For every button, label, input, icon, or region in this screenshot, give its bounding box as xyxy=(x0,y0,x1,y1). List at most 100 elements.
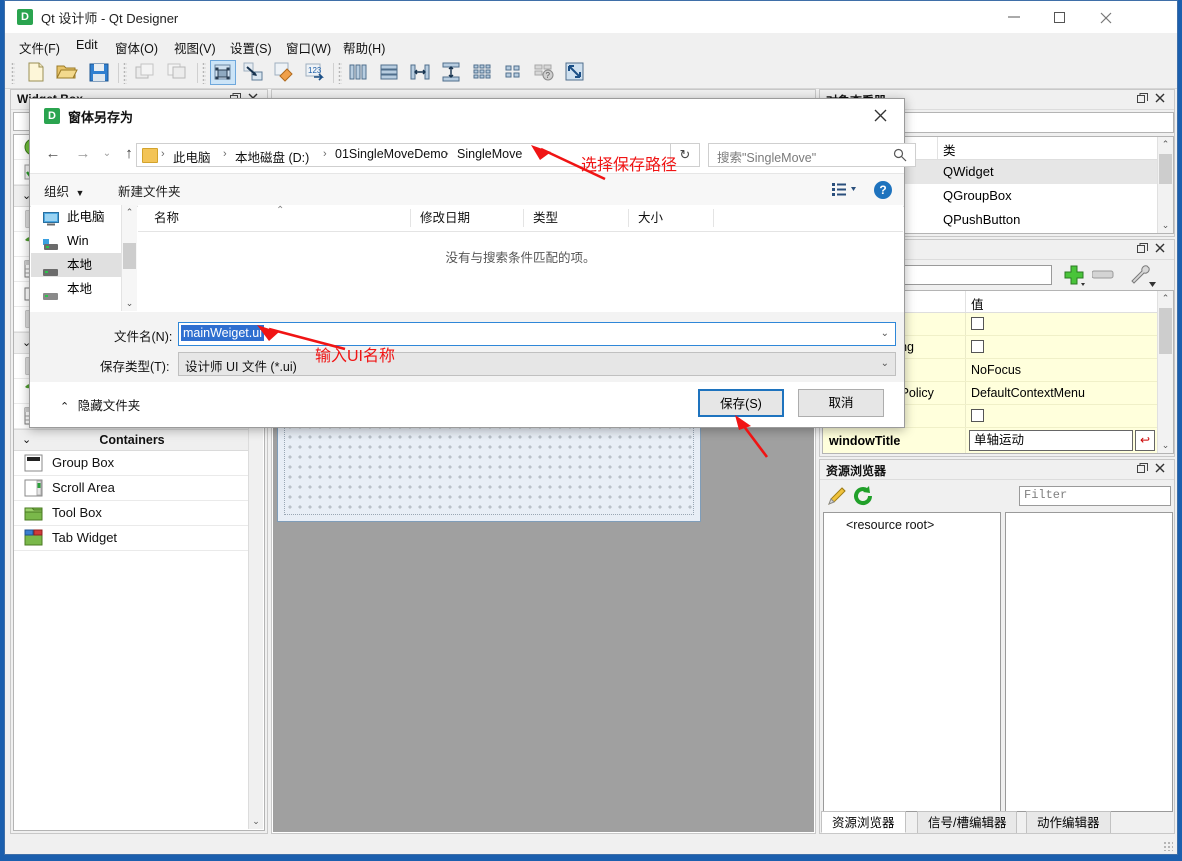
widget-item[interactable]: Tool Box xyxy=(14,501,250,526)
menu-view[interactable]: 视图(V) xyxy=(170,37,220,58)
back-arrow-icon[interactable]: ← xyxy=(42,143,64,165)
layout-grid-icon[interactable] xyxy=(470,60,496,85)
property-editor-scroll-thumb[interactable] xyxy=(1159,308,1172,354)
remove-property-icon[interactable] xyxy=(1091,269,1114,283)
mouse-tracking-checkbox[interactable] xyxy=(971,340,984,353)
hide-folders-toggle[interactable]: ⌃ 隐藏文件夹 xyxy=(60,395,140,414)
tab-signal-slot-editor[interactable]: 信号/槽编辑器 xyxy=(917,811,1018,833)
maximize-button[interactable] xyxy=(1039,1,1085,32)
object-inspector-scrollbar[interactable]: ⌃ ⌄ xyxy=(1157,137,1173,233)
property-editor-float-button[interactable] xyxy=(1137,243,1150,256)
save-form-icon[interactable] xyxy=(87,60,113,85)
layout-splitter-h-icon[interactable] xyxy=(408,60,434,85)
layout-splitter-v-icon[interactable] xyxy=(439,60,465,85)
object-inspector-scroll-thumb[interactable] xyxy=(1159,154,1172,184)
object-inspector-float-button[interactable] xyxy=(1137,93,1150,106)
dialog-search-box[interactable]: 搜索"SingleMove" xyxy=(708,143,916,167)
cancel-button[interactable]: 取消 xyxy=(798,389,884,417)
tab-resource-browser[interactable]: 资源浏览器 xyxy=(821,811,906,833)
widget-item[interactable]: Scroll Area xyxy=(14,476,250,501)
dialog-close-button[interactable] xyxy=(858,99,904,131)
open-form-icon[interactable] xyxy=(55,60,81,85)
new-form-icon[interactable] xyxy=(23,60,49,85)
breadcrumb-project[interactable]: 01SingleMoveDemo xyxy=(335,147,448,161)
accept-drops-checkbox[interactable] xyxy=(971,409,984,422)
layout-form-icon[interactable] xyxy=(501,60,527,85)
tree-item-local-disk-2[interactable]: 本地 xyxy=(31,277,121,301)
break-layout-icon[interactable]: ? xyxy=(532,60,558,85)
column-class[interactable]: 类 xyxy=(943,140,956,159)
forward-arrow-icon[interactable]: → xyxy=(72,143,94,165)
column-size[interactable]: 大小 xyxy=(638,205,663,231)
breadcrumb-singlemove[interactable]: SingleMove xyxy=(457,147,522,161)
resource-tree[interactable]: <resource root> xyxy=(823,512,1001,812)
edit-widgets-icon[interactable] xyxy=(210,60,236,85)
chevron-down-icon[interactable]: ⌄ xyxy=(881,328,889,339)
toolbar-grip-4[interactable] xyxy=(338,62,342,84)
dialog-places-tree[interactable]: 此电脑 Win 本地 本地 xyxy=(31,205,121,311)
minimize-button[interactable] xyxy=(993,1,1039,32)
layout-vertically-icon[interactable] xyxy=(377,60,403,85)
resize-grip[interactable] xyxy=(1163,841,1173,851)
breadcrumb-this-pc[interactable]: 此电脑 xyxy=(173,147,211,166)
resource-filter-input[interactable]: Filter xyxy=(1019,486,1171,506)
menu-edit[interactable]: Edit xyxy=(72,37,102,53)
resource-preview[interactable] xyxy=(1005,512,1173,812)
search-icon[interactable] xyxy=(893,148,907,165)
property-editor-scrollbar[interactable]: ⌃ ⌄ xyxy=(1157,291,1173,453)
help-icon[interactable]: ? xyxy=(874,181,892,199)
add-property-icon[interactable] xyxy=(1062,263,1086,290)
menu-settings[interactable]: 设置(S) xyxy=(226,37,276,58)
scroll-down-icon[interactable]: ⌄ xyxy=(1158,218,1173,233)
toolbar-grip[interactable] xyxy=(11,62,15,84)
toolbar-grip-3[interactable] xyxy=(202,62,206,84)
chevron-down-icon[interactable]: ⌄ xyxy=(881,358,889,369)
scroll-up-icon[interactable]: ⌃ xyxy=(1158,137,1173,152)
scroll-down-icon[interactable]: ⌄ xyxy=(249,814,263,828)
menu-help[interactable]: 帮助(H) xyxy=(339,37,389,58)
window-title-input[interactable]: 单轴运动 xyxy=(969,430,1133,451)
menu-file[interactable]: 文件(F) xyxy=(15,37,64,58)
reset-property-icon[interactable]: ↩ xyxy=(1135,430,1155,451)
menu-window[interactable]: 窗口(W) xyxy=(282,37,335,58)
widget-box-category[interactable]: ⌄ Containers xyxy=(14,429,250,451)
scroll-up-icon[interactable]: ⌃ xyxy=(1158,291,1173,306)
chevron-down-icon[interactable]: ⌄ xyxy=(96,143,118,165)
new-folder-button[interactable]: 新建文件夹 xyxy=(118,181,181,200)
edit-tab-order-icon[interactable]: 123 xyxy=(303,60,329,85)
tree-scrollbar[interactable]: ⌃ ⌄ xyxy=(122,205,137,311)
scroll-up-icon[interactable]: ⌃ xyxy=(122,205,137,220)
resource-browser-float-button[interactable] xyxy=(1137,463,1150,476)
column-name[interactable]: 名称 xyxy=(154,205,179,231)
dialog-file-list[interactable]: 名称 ⌃ 修改日期 类型 大小 没有与搜索条件匹配的项。 xyxy=(138,205,903,311)
column-modified[interactable]: 修改日期 xyxy=(420,205,470,231)
configure-icon[interactable] xyxy=(1127,263,1156,290)
adjust-size-icon[interactable] xyxy=(563,60,589,85)
close-button[interactable] xyxy=(1085,1,1131,32)
menu-form[interactable]: 窗体(O) xyxy=(111,37,162,58)
tab-action-editor[interactable]: 动作编辑器 xyxy=(1026,811,1111,833)
scroll-down-icon[interactable]: ⌄ xyxy=(122,296,137,311)
tree-scroll-thumb[interactable] xyxy=(123,243,136,269)
property-editor-close-button[interactable] xyxy=(1155,243,1168,256)
resource-browser-close-button[interactable] xyxy=(1155,463,1168,476)
widget-item[interactable]: Tab Widget xyxy=(14,526,250,551)
widget-item[interactable]: Group Box xyxy=(14,451,250,476)
undo-icon[interactable] xyxy=(133,60,159,85)
edit-resources-icon[interactable] xyxy=(826,485,848,510)
column-value[interactable]: 值 xyxy=(971,294,984,313)
tree-item-this-pc[interactable]: 此电脑 xyxy=(31,205,121,229)
edit-buddies-icon[interactable] xyxy=(272,60,298,85)
tree-item-win-drive[interactable]: Win xyxy=(31,229,121,253)
column-type[interactable]: 类型 xyxy=(533,205,558,231)
filetype-select[interactable]: 设计师 UI 文件 (*.ui) ⌄ xyxy=(178,352,896,376)
toolbar-grip-2[interactable] xyxy=(123,62,127,84)
tree-item-local-disk-1[interactable]: 本地 xyxy=(31,253,121,277)
scroll-down-icon[interactable]: ⌄ xyxy=(1158,438,1173,453)
layout-horizontally-icon[interactable] xyxy=(346,60,372,85)
edit-signals-slots-icon[interactable] xyxy=(241,60,267,85)
view-mode-icon[interactable] xyxy=(832,182,858,201)
resource-root-label[interactable]: <resource root> xyxy=(846,518,934,532)
redo-icon[interactable] xyxy=(165,60,191,85)
organize-button[interactable]: 组织 ▼ xyxy=(44,181,84,200)
